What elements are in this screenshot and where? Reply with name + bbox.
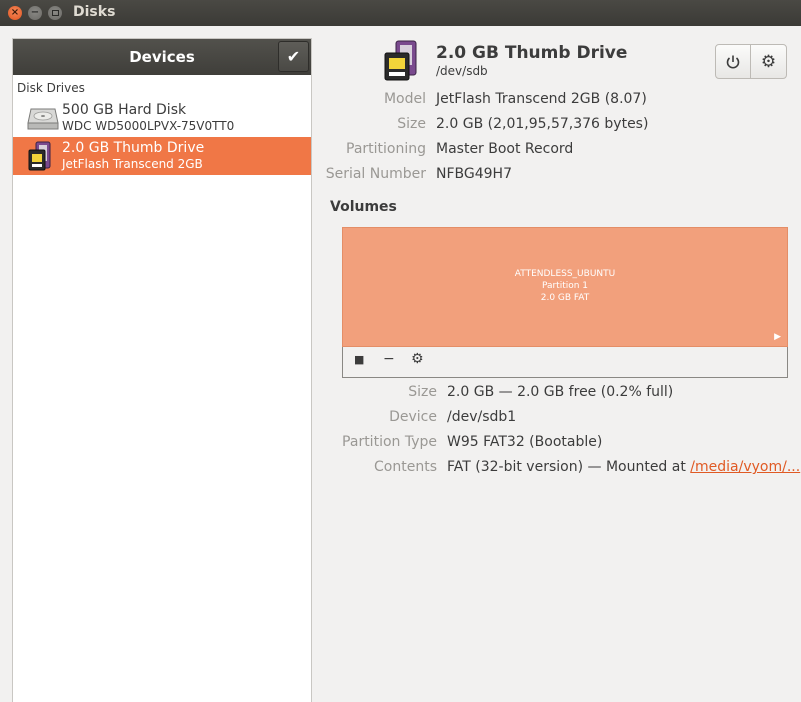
drive-name: 500 GB Hard Disk	[62, 102, 187, 118]
volume-toolbar: ■ − ⚙	[342, 347, 788, 378]
close-window-button[interactable]: ×	[8, 6, 22, 20]
partition-label: ATTENDLESS_UBUNTU	[514, 269, 616, 279]
volume-size-value: 2.0 GB — 2.0 GB free (0.2% full)	[447, 384, 674, 400]
thumb-drive-icon	[27, 141, 53, 177]
size-label: Size	[397, 116, 426, 132]
disk-drives-section-label: Disk Drives	[17, 81, 85, 95]
minimize-window-button[interactable]: −	[28, 6, 42, 20]
minus-icon: −	[383, 351, 395, 367]
partition-type-value: W95 FAT32 (Bootable)	[447, 434, 603, 450]
serial-number-value: NFBG49H7	[436, 166, 512, 182]
window-title: Disks	[73, 4, 116, 20]
device-path: /dev/sdb	[436, 64, 488, 78]
sidebar-header-title: Devices	[129, 48, 195, 66]
sidebar-header: Devices	[13, 39, 311, 75]
mount-point-link[interactable]: /media/vyom/...	[690, 459, 800, 475]
contents-text: FAT (32-bit version) — Mounted at	[447, 459, 691, 475]
partition-block[interactable]: ATTENDLESS_UBUNTU Partition 1 2.0 GB FAT…	[342, 227, 788, 347]
model-value: JetFlash Transcend 2GB (8.07)	[436, 91, 647, 107]
stop-icon: ■	[354, 353, 365, 366]
volume-device-value: /dev/sdb1	[447, 409, 517, 425]
device-title: 2.0 GB Thumb Drive	[436, 43, 628, 63]
power-off-button[interactable]	[716, 45, 752, 78]
partitioning-value: Master Boot Record	[436, 141, 574, 157]
devices-sidebar: Devices ✔ Disk Drives 500 GB Hard Disk W…	[12, 38, 312, 702]
select-mode-button[interactable]: ✔	[278, 41, 309, 72]
model-label: Model	[383, 91, 426, 107]
size-value: 2.0 GB (2,01,95,57,376 bytes)	[436, 116, 649, 132]
maximize-window-button[interactable]	[48, 6, 62, 20]
partition-info: 2.0 GB FAT	[540, 293, 590, 303]
drive-settings-button[interactable]: ⚙	[751, 45, 786, 78]
volume-device-label: Device	[389, 409, 437, 425]
device-toolbar: ⚙	[715, 44, 787, 79]
serial-number-label: Serial Number	[325, 166, 426, 182]
contents-label: Contents	[374, 459, 437, 475]
gears-icon: ⚙	[411, 351, 424, 367]
drive-item-thumb-drive[interactable]: 2.0 GB Thumb Drive JetFlash Transcend 2G…	[13, 137, 311, 175]
title-bar: × − Disks	[0, 0, 801, 26]
partition-settings-button[interactable]: ⚙	[411, 351, 424, 367]
play-arrow-icon: ▶	[774, 332, 781, 342]
power-icon	[726, 55, 740, 69]
gear-icon: ⚙	[760, 51, 777, 72]
contents-value: FAT (32-bit version) — Mounted at /media…	[447, 459, 800, 475]
partition-type-label: Partition Type	[342, 434, 437, 450]
volume-size-label: Size	[408, 384, 437, 400]
delete-partition-button[interactable]: −	[383, 351, 395, 367]
device-thumb-drive-icon	[383, 40, 421, 86]
unmount-button[interactable]: ■	[354, 353, 364, 366]
hard-disk-icon	[27, 103, 59, 135]
partition-name: Partition 1	[541, 281, 589, 291]
checkmark-icon: ✔	[286, 47, 301, 66]
drive-item-hard-disk[interactable]: 500 GB Hard Disk WDC WD5000LPVX-75V0TT0	[13, 99, 311, 137]
drive-model: JetFlash Transcend 2GB	[62, 157, 203, 171]
partitioning-label: Partitioning	[346, 141, 426, 157]
drive-name: 2.0 GB Thumb Drive	[62, 140, 205, 156]
drive-model: WDC WD5000LPVX-75V0TT0	[62, 119, 235, 133]
volumes-heading: Volumes	[330, 199, 397, 215]
